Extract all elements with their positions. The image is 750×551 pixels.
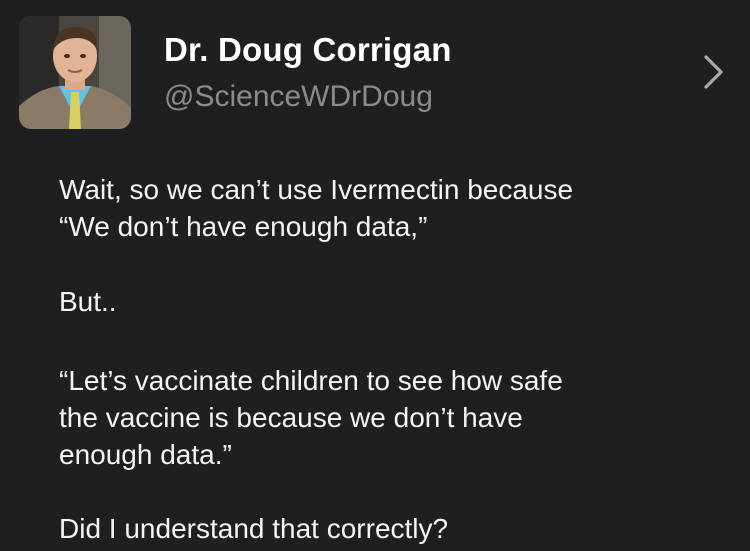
tweet-paragraph: Did I understand that correctly?	[59, 513, 449, 544]
tweet-paragraph: “Let’s vaccinate children to see how saf…	[59, 365, 563, 470]
tweet-paragraph: Wait, so we can’t use Ivermectin because…	[59, 174, 574, 242]
tweet-header[interactable]: Dr. Doug Corrigan @ScienceWDrDoug	[0, 0, 750, 150]
tweet-paragraph: But..	[59, 286, 117, 317]
chevron-right-icon[interactable]	[703, 54, 725, 90]
display-name[interactable]: Dr. Doug Corrigan	[164, 31, 452, 69]
user-handle[interactable]: @ScienceWDrDoug	[164, 80, 433, 114]
avatar-photo	[19, 16, 131, 129]
avatar[interactable]	[19, 16, 131, 129]
